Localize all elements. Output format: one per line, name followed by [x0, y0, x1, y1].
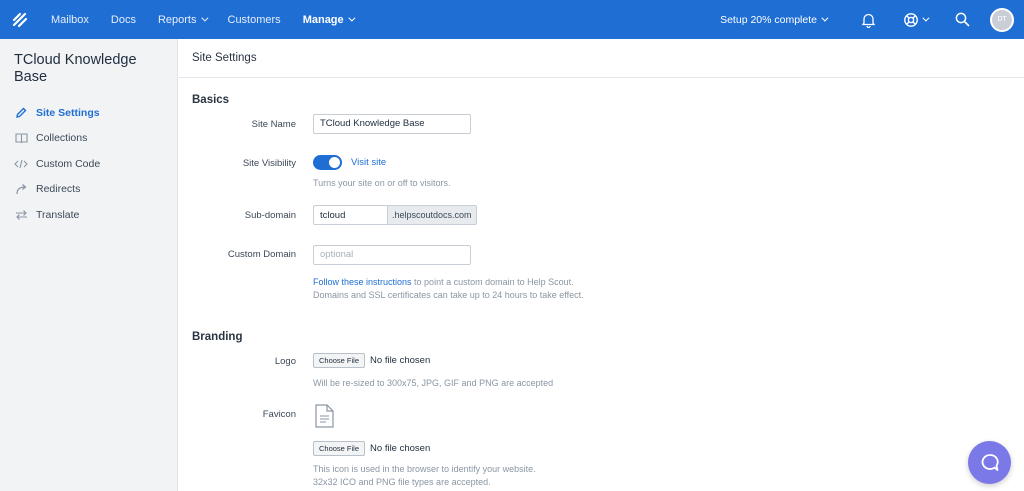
section-heading-branding: Branding: [192, 331, 243, 343]
sidebar-item-site-settings[interactable]: Site Settings: [0, 100, 177, 126]
follow-instructions-link[interactable]: Follow these instructions: [313, 277, 412, 287]
top-navbar: Mailbox Docs Reports Customers Manage Se…: [0, 0, 1024, 39]
logo-label: Logo: [274, 356, 296, 367]
site-name-field-wrap: [313, 113, 471, 134]
chevron-down-icon: [348, 14, 356, 22]
setup-progress-label: Setup 20% complete: [720, 13, 817, 26]
favicon-help-text-1: This icon is used in the browser to iden…: [313, 464, 536, 474]
user-avatar[interactable]: DT: [990, 7, 1014, 32]
nav-customers[interactable]: Customers: [217, 0, 292, 39]
code-icon: [14, 157, 28, 171]
nav-right: Setup 20% complete DT: [720, 0, 1024, 39]
search-icon[interactable]: [940, 0, 984, 39]
setup-progress-button[interactable]: Setup 20% complete: [720, 14, 846, 26]
chat-bubble-icon: [981, 453, 999, 471]
sidebar-title: TCloud Knowledge Base: [14, 52, 137, 85]
favicon-file-status: No file chosen: [370, 443, 431, 454]
sidebar-item-redirects[interactable]: Redirects: [0, 177, 177, 203]
help-lifebuoy-icon[interactable]: [890, 0, 940, 39]
logo-file-status: No file chosen: [370, 355, 431, 366]
logo-choose-file-button[interactable]: Choose File: [313, 353, 366, 368]
nav-reports[interactable]: Reports: [147, 0, 217, 39]
custom-domain-help-text-2: Domains and SSL certificates can take up…: [313, 290, 584, 300]
nav-mailbox-label: Mailbox: [51, 13, 89, 26]
sidebar: TCloud Knowledge Base Site Settings Coll…: [0, 39, 178, 491]
avatar-initials: DT: [997, 16, 1007, 23]
subdomain-field: .helpscoutdocs.com: [313, 205, 477, 225]
main-content: Site Settings Basics Site Name Site Visi…: [179, 39, 1024, 491]
subdomain-input[interactable]: [313, 205, 387, 225]
nav-mailbox[interactable]: Mailbox: [40, 0, 100, 39]
subdomain-label: Sub-domain: [244, 210, 296, 221]
sidebar-item-collections[interactable]: Collections: [0, 126, 177, 152]
nav-manage[interactable]: Manage: [292, 0, 364, 39]
favicon-label: Favicon: [262, 409, 296, 420]
favicon-help-text-2: 32x32 ICO and PNG file types are accepte…: [313, 477, 491, 487]
translate-arrows-icon: [14, 208, 28, 222]
notifications-bell-icon[interactable]: [846, 0, 890, 39]
help-beacon-button[interactable]: [968, 441, 1011, 484]
sidebar-item-label: Translate: [36, 208, 80, 221]
section-heading-basics: Basics: [192, 94, 230, 106]
chevron-down-icon: [922, 14, 930, 22]
pencil-icon: [14, 106, 28, 120]
nav-reports-label: Reports: [157, 13, 197, 26]
chevron-down-icon: [200, 14, 208, 22]
sidebar-item-label: Custom Code: [36, 157, 101, 170]
site-name-input[interactable]: [313, 113, 471, 134]
sidebar-item-translate[interactable]: Translate: [0, 202, 177, 228]
visibility-help-text: Turns your site on or off to visitors.: [313, 178, 451, 188]
custom-domain-field-wrap: [313, 244, 471, 265]
favicon-help-text: This icon is used in the browser to iden…: [313, 463, 536, 489]
main-nav: Mailbox Docs Reports Customers Manage: [40, 0, 364, 39]
logo-file-field: Choose File No file chosen: [313, 353, 430, 368]
chevron-down-icon: [821, 14, 829, 22]
custom-domain-help: Follow these instructions to point a cus…: [313, 276, 584, 302]
favicon-file-field: Choose File No file chosen: [313, 441, 430, 456]
sidebar-item-custom-code[interactable]: Custom Code: [0, 151, 177, 177]
redirect-arrow-icon: [14, 182, 28, 196]
helpscout-logo-icon[interactable]: [0, 0, 40, 39]
site-visibility-toggle[interactable]: [313, 155, 342, 171]
favicon-document-icon: [313, 404, 335, 433]
custom-domain-label: Custom Domain: [227, 249, 296, 260]
site-visibility-label: Site Visibility: [242, 158, 296, 169]
favicon-choose-file-button[interactable]: Choose File: [313, 441, 366, 456]
logo-help-text: Will be re-sized to 300x75, JPG, GIF and…: [313, 378, 554, 388]
sidebar-item-label: Redirects: [36, 183, 81, 196]
sidebar-nav: Site Settings Collections Custom Code Re…: [0, 100, 177, 228]
nav-manage-label: Manage: [302, 13, 344, 26]
site-name-label: Site Name: [251, 119, 296, 130]
nav-docs-label: Docs: [110, 13, 136, 26]
subdomain-suffix: .helpscoutdocs.com: [387, 205, 477, 225]
page-title: Site Settings: [192, 52, 257, 64]
book-icon: [14, 131, 28, 145]
custom-domain-input[interactable]: [313, 244, 471, 265]
nav-docs[interactable]: Docs: [100, 0, 147, 39]
page-header: Site Settings: [179, 39, 1024, 78]
sidebar-item-label: Collections: [36, 132, 88, 145]
sidebar-item-label: Site Settings: [36, 106, 100, 119]
site-visibility-field: Visit site: [313, 154, 386, 172]
visit-site-link[interactable]: Visit site: [351, 157, 386, 168]
custom-domain-help-text-1: to point a custom domain to Help Scout.: [411, 277, 574, 287]
nav-customers-label: Customers: [227, 13, 281, 26]
